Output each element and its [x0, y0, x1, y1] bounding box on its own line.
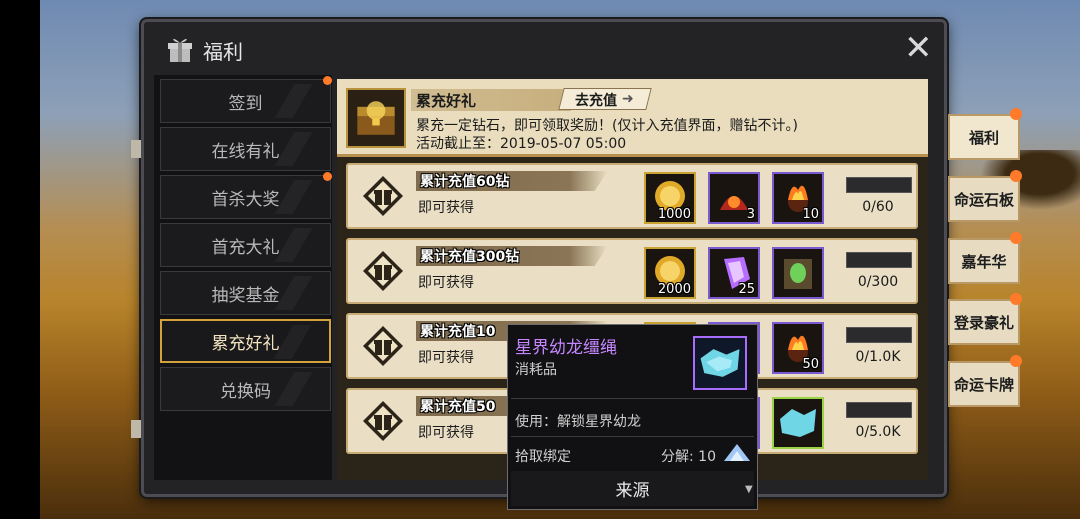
menu-item-6[interactable]: 兑换码	[160, 367, 331, 411]
item-quantity: 1000	[657, 207, 691, 222]
banner-title: 累充好礼	[416, 92, 477, 110]
crystal-dust-icon	[724, 444, 750, 461]
progress-bar	[846, 177, 912, 193]
progress-bar	[846, 252, 912, 268]
row-title: 累计充值300钻	[420, 249, 520, 265]
ice-dragon-rein-icon	[774, 409, 822, 451]
menu-item-2[interactable]: 首杀大奖	[160, 175, 331, 219]
row-title: 累计充值50	[420, 399, 496, 415]
menu-item-label: 首充大礼	[211, 237, 280, 258]
side-tab-3[interactable]: 登录豪礼	[948, 299, 1020, 345]
side-tab-0[interactable]: 福利	[948, 114, 1020, 160]
banner-description: 累充一定钻石，即可领取奖励！(仅计入充值界面，赠钻不计。)	[416, 118, 798, 134]
side-tab-4[interactable]: 命运卡牌	[948, 361, 1020, 407]
menu-item-highlight	[258, 84, 328, 118]
reward-item-slot[interactable]: 2000	[644, 247, 696, 299]
menu-item-0[interactable]: 签到	[160, 79, 331, 123]
side-tab-label: 命运卡牌	[953, 375, 1014, 394]
close-icon[interactable]: ✕	[904, 31, 933, 65]
notification-badge	[1010, 355, 1022, 367]
notification-badge	[323, 172, 332, 181]
menu-item-label: 在线有礼	[211, 141, 280, 162]
recharge-button-label[interactable]: 去充值	[575, 90, 617, 110]
side-tab-2[interactable]: 嘉年华	[948, 238, 1020, 284]
tooltip-divider	[511, 398, 754, 399]
item-quantity: 50	[802, 357, 819, 372]
green-gem-book-icon	[774, 259, 822, 301]
notification-badge	[1010, 170, 1022, 182]
arrow-right-icon: ➜	[622, 91, 634, 107]
progress-text: 0/60	[862, 199, 894, 215]
row-subtitle: 即可获得	[418, 425, 474, 441]
side-tab-label: 登录豪礼	[953, 313, 1014, 332]
reward-row: 累计充值60钻 即可获得 1000 3 10 0/60	[346, 163, 918, 229]
item-quantity: 2000	[657, 282, 691, 297]
row-subtitle: 即可获得	[418, 275, 474, 291]
tooltip-divider	[511, 436, 754, 437]
gift-diamond-icon	[362, 400, 404, 442]
letterbox-left	[0, 0, 40, 519]
gift-diamond-icon	[362, 250, 404, 292]
progress-text: 0/300	[857, 274, 899, 290]
reward-item-slot[interactable]: 10	[772, 172, 824, 224]
progress-text: 0/1.0K	[855, 349, 901, 365]
menu-item-label: 抽奖基金	[211, 285, 280, 306]
reward-row: 累计充值300钻 即可获得 2000 25 0/300	[346, 238, 918, 304]
reward-item-slot[interactable]	[772, 397, 824, 449]
menu-item-label: 兑换码	[220, 381, 271, 402]
frame-notch	[131, 420, 141, 438]
reward-item-slot[interactable]	[772, 247, 824, 299]
banner-deadline: 活动截止至：2019-05-07 05:00	[416, 136, 627, 152]
row-subtitle: 即可获得	[418, 200, 474, 216]
dropdown-caret-icon: ▼	[745, 484, 753, 495]
tooltip-dismantle-value: 分解: 10	[661, 449, 716, 465]
row-title: 累计充值10	[420, 324, 496, 340]
gift-diamond-icon	[362, 175, 404, 217]
menu-item-5[interactable]: 累充好礼	[160, 319, 331, 363]
frame-notch	[131, 140, 141, 158]
row-title: 累计充值60钻	[420, 174, 510, 190]
menu-item-label: 签到	[228, 93, 263, 114]
gift-diamond-icon	[362, 325, 404, 367]
menu-item-4[interactable]: 抽奖基金	[160, 271, 331, 315]
menu-item-label: 首杀大奖	[211, 189, 280, 210]
menu-item-label: 累充好礼	[211, 333, 280, 354]
item-quantity: 25	[738, 282, 755, 297]
row-subtitle: 即可获得	[418, 350, 474, 366]
progress-text: 0/5.0K	[855, 424, 901, 440]
menu-item-3[interactable]: 首充大礼	[160, 223, 331, 267]
tooltip-bind-type: 拾取绑定	[515, 449, 571, 465]
reward-item-slot[interactable]: 3	[708, 172, 760, 224]
side-tab-label: 福利	[968, 128, 999, 147]
menu-item-1[interactable]: 在线有礼	[160, 127, 331, 171]
side-tab-label: 命运石板	[953, 190, 1014, 209]
notification-badge	[1010, 108, 1022, 120]
item-quantity: 3	[746, 207, 755, 222]
progress-bar	[846, 327, 912, 343]
reward-item-slot[interactable]: 1000	[644, 172, 696, 224]
side-tab-label: 嘉年华	[961, 252, 1007, 271]
notification-badge	[323, 76, 332, 85]
item-quantity: 10	[802, 207, 819, 222]
progress-bar	[846, 402, 912, 418]
tooltip-item-type: 消耗品	[515, 362, 557, 378]
reward-item-slot[interactable]: 50	[772, 322, 824, 374]
window-title: 福利	[203, 40, 243, 64]
notification-badge	[1010, 232, 1022, 244]
reward-item-slot[interactable]: 25	[708, 247, 760, 299]
side-tab-1[interactable]: 命运石板	[948, 176, 1020, 222]
tooltip-item-name: 星界幼龙缰绳	[515, 338, 617, 358]
tooltip-usage: 使用：解锁星界幼龙	[515, 414, 641, 430]
gift-icon	[168, 38, 192, 62]
source-button[interactable]: 来源	[511, 471, 754, 506]
notification-badge	[1010, 293, 1022, 305]
ice-dragon-rein-icon	[693, 336, 747, 390]
treasure-chest-icon	[346, 88, 406, 148]
